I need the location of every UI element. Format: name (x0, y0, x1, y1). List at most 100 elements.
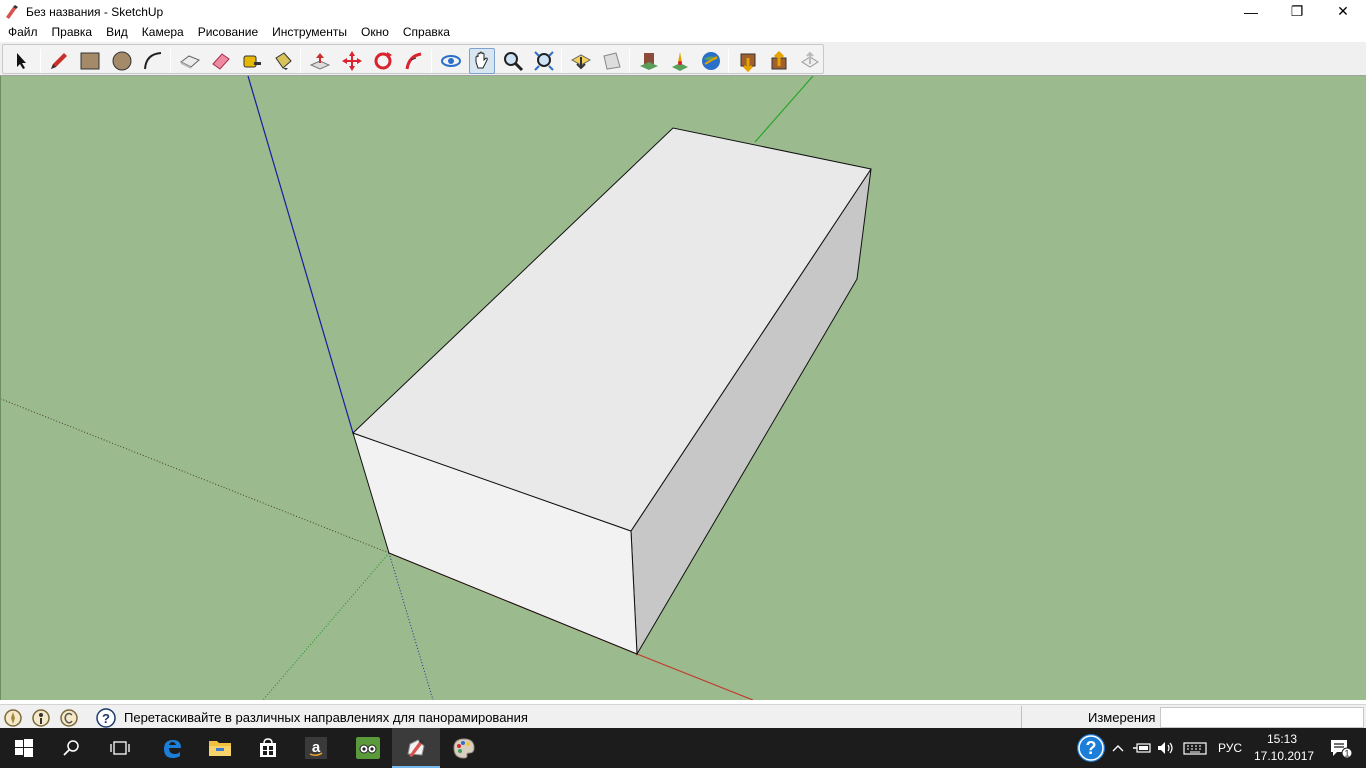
power-tray-button[interactable] (1130, 728, 1154, 768)
status-bar: ? Перетаскивайте в различных направления… (0, 704, 1366, 729)
tape-measure-tool[interactable] (239, 48, 265, 74)
close-button[interactable]: ✕ (1320, 0, 1366, 23)
action-center-button[interactable]: 1 (1320, 728, 1360, 768)
move-tool[interactable] (339, 48, 365, 74)
tripadvisor-icon (356, 737, 380, 759)
keyboard-tray-button[interactable] (1180, 728, 1210, 768)
menu-draw[interactable]: Рисование (191, 23, 265, 42)
get-models-tool[interactable] (735, 48, 761, 74)
minimize-button[interactable]: — (1228, 0, 1274, 23)
menu-window[interactable]: Окно (354, 23, 396, 42)
store-button[interactable] (244, 728, 292, 768)
blue-axis-negative (388, 552, 434, 700)
help-icon: ? (1077, 734, 1105, 762)
status-divider (1021, 706, 1022, 728)
circle-icon (112, 51, 132, 71)
warehouse-tool[interactable] (636, 48, 662, 74)
magnifier-icon (504, 52, 524, 72)
search-button[interactable] (48, 728, 96, 768)
geolocation-icon[interactable] (3, 708, 23, 728)
push-pull-tool[interactable] (307, 48, 333, 74)
line-tool[interactable] (46, 48, 72, 74)
select-tool[interactable] (9, 48, 35, 74)
zoom-extents-tool[interactable] (531, 48, 557, 74)
window-title: Без названия - SketchUp (26, 4, 164, 19)
paint-bucket-tool[interactable] (270, 48, 296, 74)
amazon-button[interactable]: a (292, 728, 340, 768)
menu-help[interactable]: Справка (396, 23, 457, 42)
menu-camera[interactable]: Камера (135, 23, 191, 42)
menu-tools[interactable]: Инструменты (265, 23, 354, 42)
share-model-tool[interactable] (766, 48, 792, 74)
svg-text:?: ? (1086, 738, 1097, 758)
task-view-button[interactable] (96, 728, 144, 768)
orbit-tool[interactable] (438, 48, 464, 74)
notification-count: 1 (1344, 749, 1349, 759)
next-view-tool[interactable] (599, 48, 625, 74)
sketchup-app-icon (6, 4, 18, 19)
volume-tray-button[interactable] (1154, 728, 1178, 768)
clock-time: 15:13 (1266, 732, 1298, 746)
move-icon (342, 51, 362, 71)
rectangle-tool[interactable] (77, 48, 103, 74)
get-models-icon (740, 53, 756, 72)
clock[interactable]: 15:13 17.10.2017 (1254, 731, 1315, 765)
globe-icon (702, 52, 720, 70)
circle-tool[interactable] (109, 48, 135, 74)
arc-icon (144, 52, 162, 70)
share-component-tool[interactable] (797, 48, 823, 74)
sketchup-button[interactable] (392, 728, 440, 768)
status-hint-text: Перетаскивайте в различных направлениях … (124, 710, 528, 725)
start-button[interactable] (0, 728, 48, 768)
menu-view[interactable]: Вид (99, 23, 135, 42)
tripadvisor-button[interactable] (344, 728, 392, 768)
make-component-tool[interactable] (177, 48, 203, 74)
tape-measure-icon (243, 55, 261, 68)
previous-view-tool[interactable] (568, 48, 594, 74)
warehouse-icon (640, 53, 658, 70)
follow-me-icon (405, 52, 422, 70)
rotate-tool[interactable] (370, 48, 396, 74)
menu-file[interactable]: Файл (1, 23, 45, 42)
next-view-icon (603, 52, 621, 70)
menu-edit[interactable]: Правка (45, 23, 100, 42)
restore-button[interactable]: ❐ (1274, 0, 1320, 23)
drawing-viewport[interactable] (0, 76, 1366, 700)
clock-date: 17.10.2017 (1254, 749, 1315, 763)
follow-me-tool[interactable] (401, 48, 427, 74)
rotate-icon (374, 52, 392, 70)
main-toolbar (0, 42, 1366, 76)
speaker-icon (1158, 742, 1173, 754)
account-icon[interactable] (59, 708, 79, 728)
instructor-help-icon[interactable]: ? (96, 708, 116, 728)
credits-icon[interactable] (31, 708, 51, 728)
red-axis-negative (1, 398, 390, 554)
language-indicator[interactable]: РУС (1212, 728, 1248, 768)
pan-tool[interactable] (469, 48, 495, 74)
notification-icon: 1 (1331, 740, 1352, 759)
explorer-button[interactable] (196, 728, 244, 768)
zoom-extents-icon (534, 51, 554, 71)
search-icon (63, 740, 79, 756)
blue-axis (247, 76, 354, 434)
add-location-tool[interactable] (667, 48, 693, 74)
store-icon (260, 738, 276, 757)
paint-bucket-icon (275, 52, 292, 70)
zoom-tool[interactable] (500, 48, 526, 74)
folder-icon (209, 741, 231, 756)
google-earth-tool[interactable] (698, 48, 724, 74)
edge-button[interactable] (148, 728, 196, 768)
green-axis (754, 76, 814, 143)
model-canvas (1, 76, 872, 700)
arc-tool[interactable] (140, 48, 166, 74)
show-hidden-icons-button[interactable] (1110, 728, 1126, 768)
battery-plug-icon (1133, 743, 1151, 753)
help-tray-button[interactable]: ? (1072, 728, 1110, 768)
svg-text:?: ? (102, 711, 110, 726)
measurements-input[interactable] (1160, 707, 1364, 728)
eraser-tool[interactable] (208, 48, 234, 74)
chevron-up-icon (1112, 745, 1124, 752)
share-component-icon (801, 51, 819, 68)
task-view-icon (110, 741, 130, 755)
paint-button[interactable] (440, 728, 488, 768)
